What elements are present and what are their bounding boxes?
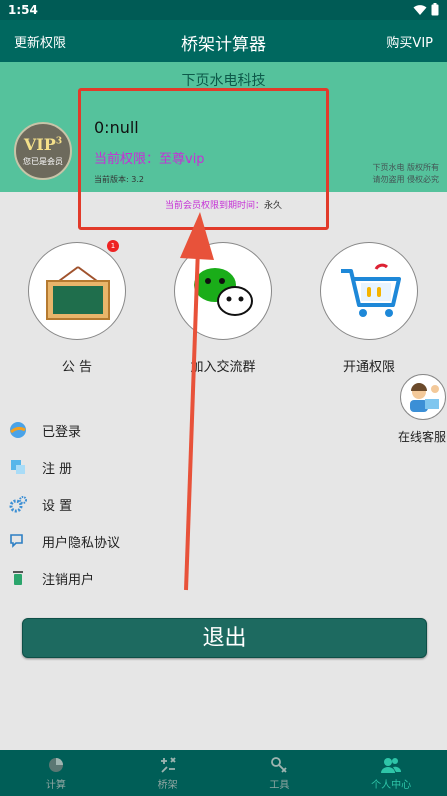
menu-settings[interactable]: 设 置 (8, 492, 72, 516)
register-icon (8, 457, 28, 477)
gear-icon (8, 494, 28, 514)
logout-button[interactable]: 退出 (22, 618, 427, 658)
nav-bridge[interactable]: 桥架 (112, 750, 224, 796)
math-operators-icon (160, 756, 176, 773)
join-group-button[interactable] (174, 242, 272, 340)
nav-calculate[interactable]: 计算 (0, 750, 112, 796)
battery-icon (431, 3, 439, 16)
users-icon (381, 757, 402, 773)
online-service-button[interactable] (400, 374, 446, 420)
bottom-nav: 计算 桥架 工具 个人中心 (0, 750, 447, 796)
customer-service-icon (410, 383, 439, 412)
announcement-button[interactable] (28, 242, 126, 340)
vip-badge-subtitle: 您已是会员 (23, 157, 63, 166)
pie-chart-icon (48, 757, 63, 772)
buy-vip-button[interactable]: 购买VIP (386, 32, 433, 51)
vip-badge-text: VIP3 (23, 135, 63, 154)
open-permission-button[interactable] (320, 242, 418, 340)
app-bar: 更新权限 桥架计算器 购买VIP (0, 20, 447, 62)
nav-profile[interactable]: 个人中心 (335, 750, 447, 796)
nav-tools[interactable]: 工具 (224, 750, 336, 796)
copyright-notice: 下页水电 版权所有 请勿盗用 侵权必究 (372, 163, 439, 184)
online-service-label: 在线客服 (398, 430, 447, 444)
announcement-label: 公 告 (61, 360, 93, 375)
chat-bubble-icon (8, 531, 28, 551)
tools-icon (271, 756, 288, 773)
company-name: 下页水电科技 (181, 73, 266, 89)
status-icons (413, 3, 439, 16)
trash-icon (8, 568, 28, 588)
notification-badge: 1 (107, 240, 119, 252)
page-title: 桥架计算器 (181, 35, 266, 55)
menu-logged-in[interactable]: 已登录 (8, 418, 81, 442)
status-time: 1:54 (8, 3, 38, 17)
status-bar: 1:54 (0, 0, 447, 20)
menu-privacy-policy[interactable]: 用户隐私协议 (8, 529, 120, 553)
menu-delete-account[interactable]: 注销用户 (8, 566, 94, 590)
wechat-icon (194, 268, 253, 316)
login-status-icon (8, 420, 28, 440)
blackboard-icon (46, 266, 110, 320)
open-permission-label: 开通权限 (342, 360, 395, 375)
vip-avatar: VIP3 您已是会员 (14, 122, 72, 180)
join-group-label: 加入交流群 (190, 360, 256, 375)
wifi-icon (413, 4, 427, 15)
annotation-highlight-box (78, 88, 329, 230)
menu-register[interactable]: 注 册 (8, 455, 72, 479)
shopping-cart-icon (341, 263, 401, 317)
